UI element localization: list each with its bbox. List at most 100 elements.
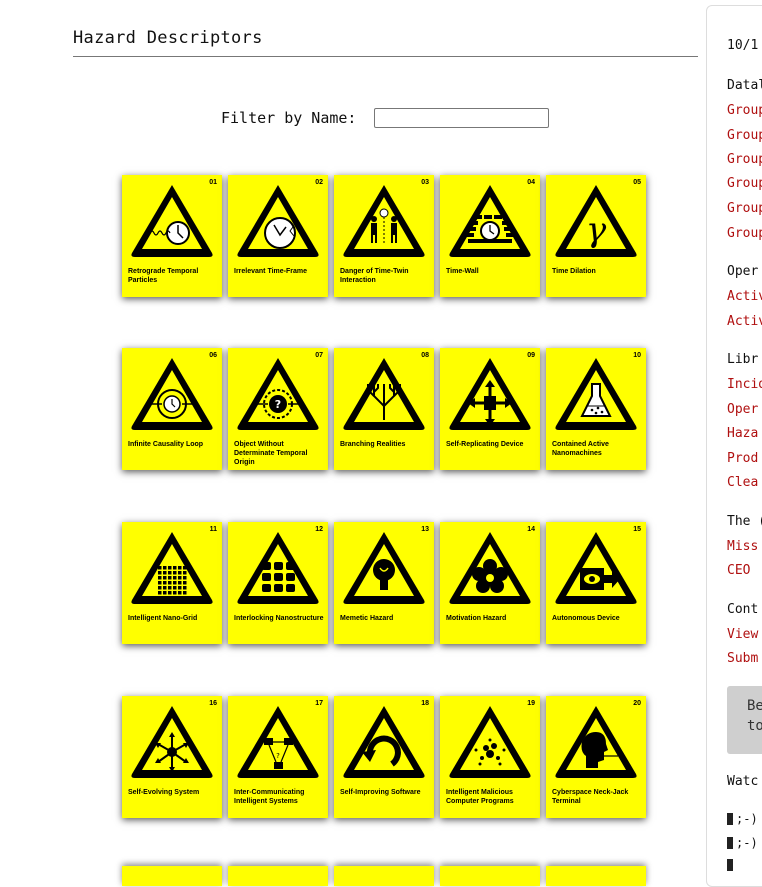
unknown-origin-icon: ? bbox=[234, 354, 322, 432]
hazard-card[interactable]: 01Retrograde Temporal Particles bbox=[122, 175, 222, 297]
hazard-card-label: Inter-Communicating Intelligent Systems bbox=[234, 788, 324, 806]
flask-icon bbox=[552, 354, 640, 432]
avatar-icon bbox=[727, 837, 733, 849]
hazard-card[interactable]: 17?Inter-Communicating Intelligent Syste… bbox=[228, 696, 328, 818]
hazard-card[interactable]: 18Self-Improving Software bbox=[334, 696, 434, 818]
sidebar-button[interactable]: Be to bbox=[727, 686, 762, 754]
hazard-card-label: Motivation Hazard bbox=[446, 614, 536, 623]
hazard-card[interactable]: 05γTime Dilation bbox=[546, 175, 646, 297]
eye-box-arrow-icon bbox=[552, 528, 640, 606]
sidebar-link[interactable]: Group bbox=[727, 201, 762, 216]
hazard-card[interactable]: 19Intelligent Malicious Computer Program… bbox=[440, 696, 540, 818]
sidebar-link[interactable]: Group bbox=[727, 152, 762, 167]
svg-text:?: ? bbox=[276, 752, 280, 760]
branching-icon bbox=[340, 354, 428, 432]
sidebar-link[interactable]: Group bbox=[727, 103, 762, 118]
avatar-icon bbox=[727, 813, 733, 825]
hazard-card[interactable]: 07?Object Without Determinate Temporal O… bbox=[228, 348, 328, 470]
hazard-card[interactable]: 03Danger of Time-Twin Interaction bbox=[334, 175, 434, 297]
hazard-card-label: Cyberspace Neck-Jack Terminal bbox=[552, 788, 642, 806]
svg-text:?: ? bbox=[275, 398, 281, 411]
sidebar-link[interactable]: Activ bbox=[727, 289, 762, 304]
sidebar-link[interactable]: CEO bbox=[727, 563, 750, 578]
hazard-card-partial[interactable] bbox=[228, 866, 328, 886]
hazard-card-partial[interactable] bbox=[122, 866, 222, 886]
hazard-card[interactable]: 13Memetic Hazard bbox=[334, 522, 434, 644]
sidebar-link[interactable]: Subm bbox=[727, 651, 758, 666]
hazard-card-label: Object Without Determinate Temporal Orig… bbox=[234, 440, 324, 467]
title-divider bbox=[73, 56, 698, 57]
sidebar-section-heading: Libr bbox=[727, 352, 758, 367]
watch-item[interactable]: ;-)J bbox=[727, 812, 762, 826]
watch-item-emote: ;-) bbox=[736, 836, 758, 850]
lightbulb-icon bbox=[340, 528, 428, 606]
sidebar-link[interactable]: Incid bbox=[727, 377, 762, 392]
hazard-card-partial[interactable] bbox=[334, 866, 434, 886]
hazard-card-label: Contained Active Nanomachines bbox=[552, 440, 642, 458]
sidebar-link[interactable]: Prod bbox=[727, 451, 758, 466]
time-wall-icon bbox=[446, 181, 534, 259]
filter-by-name-input[interactable] bbox=[374, 108, 549, 128]
sidebar-link[interactable]: Miss bbox=[727, 539, 758, 554]
sidebar-button-line-1: Be bbox=[747, 698, 762, 714]
sidebar-link[interactable]: Group bbox=[727, 176, 762, 191]
page-title: Hazard Descriptors bbox=[73, 28, 263, 48]
hazard-card[interactable]: 02Irrelevant Time-Frame bbox=[228, 175, 328, 297]
hazard-card[interactable]: 10Contained Active Nanomachines bbox=[546, 348, 646, 470]
hazard-card-label: Irrelevant Time-Frame bbox=[234, 267, 324, 276]
hazard-card-label: Danger of Time-Twin Interaction bbox=[340, 267, 430, 285]
sidebar-date: 10/1 bbox=[727, 38, 758, 53]
watch-item[interactable]: ;-)S bbox=[727, 836, 762, 850]
self-replicating-icon bbox=[446, 354, 534, 432]
hazard-card-label: Self-Replicating Device bbox=[446, 440, 536, 449]
hazard-card[interactable]: 20Cyberspace Neck-Jack Terminal bbox=[546, 696, 646, 818]
flower-icon bbox=[446, 528, 534, 606]
hazard-card-label: Retrograde Temporal Particles bbox=[128, 267, 218, 285]
watch-item-emote: ;-) bbox=[736, 812, 758, 826]
hazard-card-label: Interlocking Nanostructure bbox=[234, 614, 324, 623]
hazard-card[interactable]: 11Intelligent Nano-Grid bbox=[122, 522, 222, 644]
hazard-card[interactable]: 04Time-Wall bbox=[440, 175, 540, 297]
hazard-card[interactable]: 12Interlocking Nanostructure bbox=[228, 522, 328, 644]
sidebar-link[interactable]: Activ bbox=[727, 314, 762, 329]
hazard-card[interactable]: 15Autonomous Device bbox=[546, 522, 646, 644]
sidebar-section-heading: Datal bbox=[727, 78, 762, 93]
sidebar-link[interactable]: Clea bbox=[727, 475, 758, 490]
hazard-card[interactable]: 06Infinite Causality Loop bbox=[122, 348, 222, 470]
hazard-card-partial[interactable] bbox=[440, 866, 540, 886]
hazard-card-label: Autonomous Device bbox=[552, 614, 642, 623]
filter-label: Filter by Name: bbox=[221, 109, 356, 127]
hazard-card-label: Time-Wall bbox=[446, 267, 536, 276]
main-content: Hazard Descriptors Filter by Name: 01Ret… bbox=[0, 0, 705, 870]
hazard-card-label: Self-Improving Software bbox=[340, 788, 430, 797]
hazard-card[interactable]: 09Self-Replicating Device bbox=[440, 348, 540, 470]
retrograde-particles-icon bbox=[128, 181, 216, 259]
swarm-icon bbox=[446, 702, 534, 780]
sidebar-section-heading: Cont bbox=[727, 602, 758, 617]
sidebar-section-heading: The ( bbox=[727, 514, 762, 529]
hazard-card-label: Branching Realities bbox=[340, 440, 430, 449]
sidebar-link[interactable]: Haza bbox=[727, 426, 758, 441]
sidebar-link[interactable]: Oper bbox=[727, 402, 758, 417]
watch-heading: Watc bbox=[727, 774, 758, 789]
hazard-card-label: Self-Evolving System bbox=[128, 788, 218, 797]
sidebar-link[interactable]: Group bbox=[727, 128, 762, 143]
sidebar: 10/1 Datal Group Group Group Group Group Group… bbox=[706, 5, 762, 887]
sidebar-link[interactable]: View bbox=[727, 627, 758, 642]
hazard-card[interactable]: 14Motivation Hazard bbox=[440, 522, 540, 644]
spiral-arrows-icon bbox=[128, 702, 216, 780]
network-icon: ? bbox=[234, 702, 322, 780]
nano-grid-icon bbox=[128, 528, 216, 606]
sidebar-button-line-2: to bbox=[747, 718, 762, 734]
broken-clock-icon bbox=[234, 181, 322, 259]
gamma-icon: γ bbox=[552, 181, 640, 259]
curved-arrow-icon bbox=[340, 702, 428, 780]
hazard-card-label: Intelligent Nano-Grid bbox=[128, 614, 218, 623]
hazard-card-label: Time Dilation bbox=[552, 267, 642, 276]
head-jack-icon bbox=[552, 702, 640, 780]
hazard-card[interactable]: 16Self-Evolving System bbox=[122, 696, 222, 818]
hazard-card[interactable]: 08Branching Realities bbox=[334, 348, 434, 470]
hazard-card-partial[interactable] bbox=[546, 866, 646, 886]
causality-loop-icon bbox=[128, 354, 216, 432]
sidebar-link[interactable]: Group bbox=[727, 226, 762, 241]
